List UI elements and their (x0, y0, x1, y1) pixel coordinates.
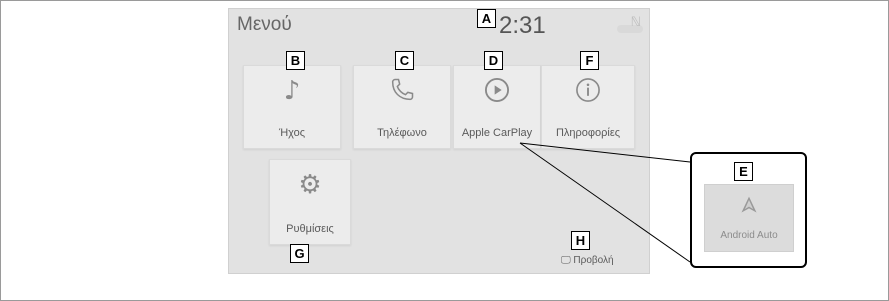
android-auto-icon (741, 196, 757, 213)
tile-label: Android Auto (720, 230, 778, 241)
callout-zoom-box: E Android Auto (690, 152, 807, 268)
marker-f: F (580, 51, 599, 70)
marker-g: G (290, 244, 309, 263)
marker-c: C (395, 51, 414, 70)
marker-d: D (484, 51, 503, 70)
marker-h: H (571, 231, 590, 250)
tile-android-auto[interactable]: Android Auto (704, 184, 794, 252)
marker-b: B (286, 51, 305, 70)
marker-e: E (734, 162, 753, 181)
marker-a: A (477, 9, 496, 28)
